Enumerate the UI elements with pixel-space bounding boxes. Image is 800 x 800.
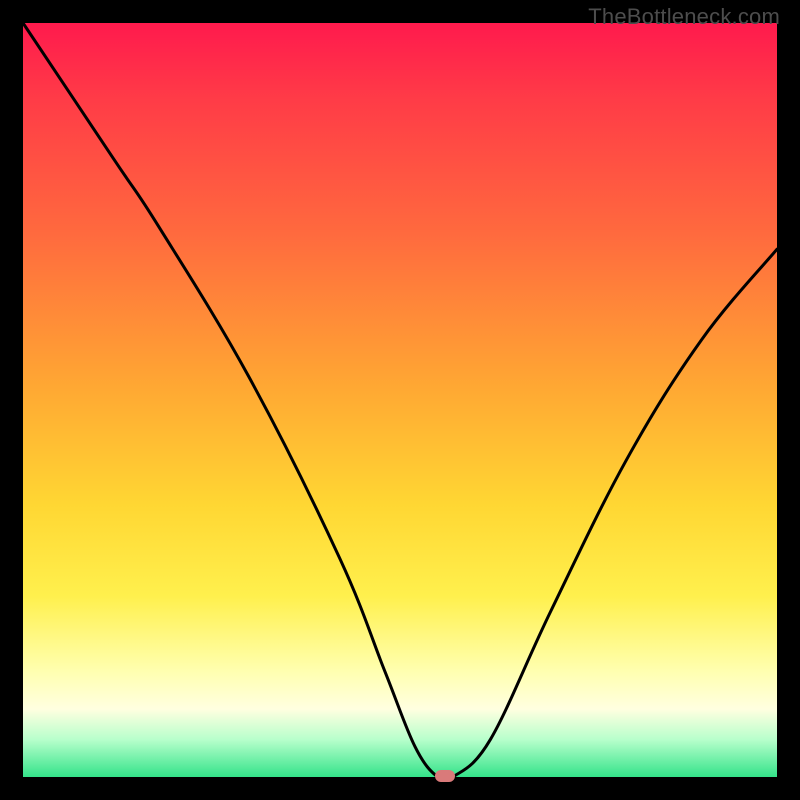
watermark-text: TheBottleneck.com: [588, 4, 780, 30]
chart-frame: TheBottleneck.com: [0, 0, 800, 800]
optimal-point-marker: [435, 770, 455, 782]
bottleneck-curve: [23, 23, 777, 777]
chart-plot-area: [23, 23, 777, 777]
